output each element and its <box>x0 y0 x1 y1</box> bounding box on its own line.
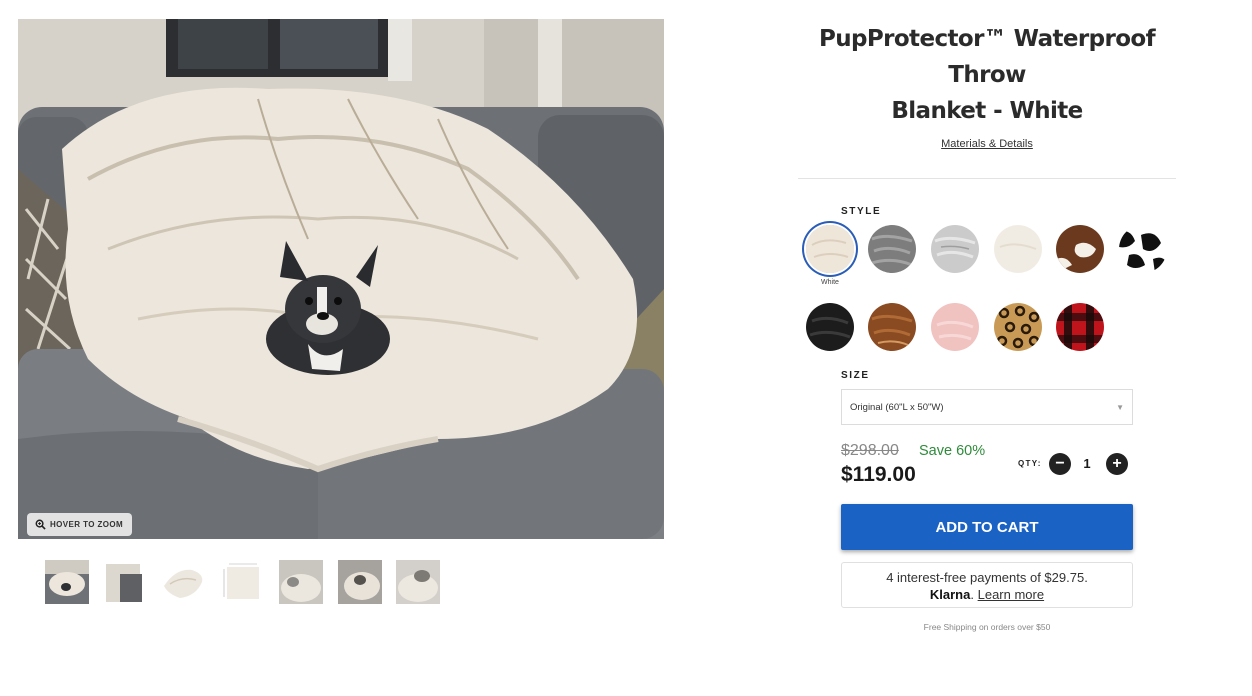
size-selected-value: Original (60"L x 50"W) <box>850 401 944 413</box>
selected-swatch-caption: White <box>821 279 839 286</box>
product-photo-illustration <box>18 19 664 539</box>
thumbnail-image <box>279 560 323 604</box>
thumbnail-4[interactable] <box>220 560 265 604</box>
swatch-red-plaid[interactable] <box>1056 303 1104 351</box>
black-cowhide-swatch-icon <box>1119 225 1167 273</box>
thumbnail-image <box>337 560 382 604</box>
compare-at-price: $298.00 <box>841 442 899 459</box>
klarna-installment-text: 4 interest-free payments of $29.75. <box>886 570 1088 585</box>
swatch-pink[interactable] <box>931 303 979 351</box>
swatch-gray[interactable] <box>868 225 916 273</box>
thumbnail-image <box>396 560 440 604</box>
thumbnail-image <box>220 560 265 604</box>
thumbnail-image <box>45 560 89 604</box>
swatch-black[interactable] <box>806 303 854 351</box>
free-shipping-note: Free Shipping on orders over $50 <box>923 622 1051 632</box>
style-label: STYLE <box>841 206 882 217</box>
hover-to-zoom-badge: HOVER TO ZOOM <box>27 513 133 536</box>
klarna-learn-more-link[interactable]: Learn more <box>978 587 1044 602</box>
thumbnail-2[interactable] <box>103 560 148 604</box>
plus-icon: + <box>1112 455 1122 472</box>
light-gray-fur-swatch-icon <box>931 225 979 273</box>
product-title-line1: PupProtector™ Waterproof Throw <box>818 26 1156 88</box>
quantity-label: QTY: <box>1018 459 1042 468</box>
add-to-cart-button[interactable]: ADD TO CART <box>841 504 1133 550</box>
thumbnail-6[interactable] <box>337 560 382 604</box>
swatch-black-cowhide[interactable] <box>1119 225 1167 273</box>
swatch-leopard[interactable] <box>994 303 1042 351</box>
quantity-value[interactable]: 1 <box>1080 456 1094 471</box>
zoom-label: HOVER TO ZOOM <box>50 520 124 529</box>
leopard-swatch-icon <box>994 303 1042 351</box>
quantity-decrease-button[interactable]: − <box>1049 453 1071 475</box>
gray-fur-swatch-icon <box>868 225 916 273</box>
swatch-cream[interactable] <box>994 225 1042 273</box>
klarna-payment-info: 4 interest-free payments of $29.75. Klar… <box>841 562 1133 608</box>
brown-cowhide-swatch-icon <box>1056 225 1104 273</box>
swatch-brown[interactable] <box>868 303 916 351</box>
main-product-image[interactable] <box>18 19 664 539</box>
minus-icon: − <box>1055 455 1065 472</box>
section-divider <box>798 178 1176 179</box>
thumbnail-5[interactable] <box>279 560 323 604</box>
pink-fur-swatch-icon <box>931 303 979 351</box>
swatch-light-gray[interactable] <box>931 225 979 273</box>
zoom-magnifier-icon <box>35 519 46 530</box>
swatch-brown-cowhide[interactable] <box>1056 225 1104 273</box>
brown-fur-swatch-icon <box>868 303 916 351</box>
dropdown-arrow-icon: ▼ <box>1116 402 1124 412</box>
thumbnail-7[interactable] <box>396 560 440 604</box>
klarna-brand-line: Klarna. Learn more <box>842 586 1132 603</box>
swatch-white[interactable] <box>806 225 854 273</box>
thumbnail-3[interactable] <box>162 560 206 604</box>
thumbnail-1[interactable] <box>45 560 89 604</box>
klarna-separator: . <box>970 587 974 602</box>
thumbnail-image <box>162 560 206 604</box>
materials-details-link[interactable]: Materials & Details <box>941 138 1033 150</box>
sale-price: $119.00 <box>841 463 916 486</box>
thumbnail-strip <box>45 560 440 604</box>
product-title: PupProtector™ Waterproof Throw Blanket -… <box>798 21 1176 129</box>
red-plaid-swatch-icon <box>1056 303 1104 351</box>
size-label: SIZE <box>841 370 870 381</box>
materials-details: Materials & Details <box>798 138 1176 150</box>
savings-badge: Save 60% <box>919 443 986 459</box>
white-fur-swatch-icon <box>806 225 854 273</box>
quantity-increase-button[interactable]: + <box>1106 453 1128 475</box>
thumbnail-image <box>103 560 148 604</box>
size-select[interactable]: Original (60"L x 50"W) ▼ <box>841 389 1133 425</box>
product-title-line2: Blanket - White <box>891 98 1083 124</box>
cream-fur-swatch-icon <box>994 225 1042 273</box>
klarna-logo: Klarna <box>929 587 971 602</box>
black-fur-swatch-icon <box>806 303 854 351</box>
